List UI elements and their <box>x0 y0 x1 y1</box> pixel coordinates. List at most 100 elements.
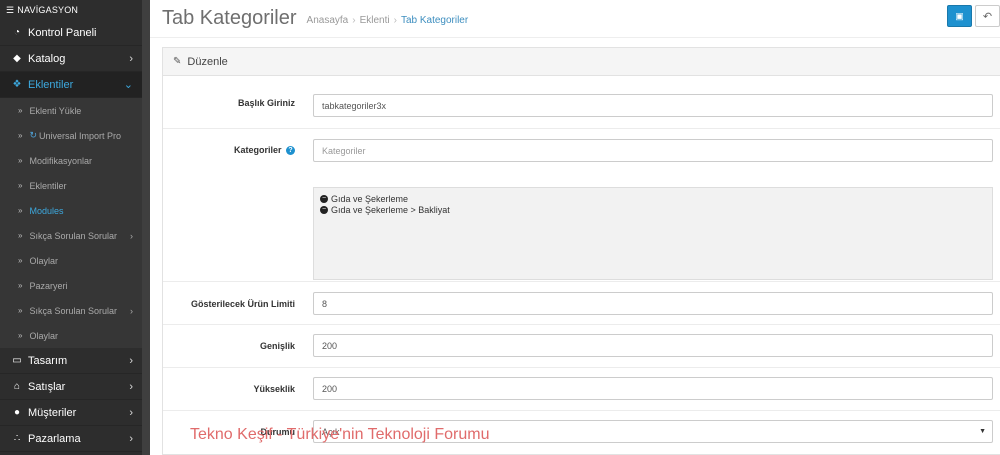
sidebar-subitem-extensions[interactable]: » Eklentiler <box>0 173 142 198</box>
form-row-categories: Kategoriler ? Kategoriler − Gıda ve Şeke… <box>163 129 1000 282</box>
double-chevron-icon: » <box>18 106 23 115</box>
double-chevron-icon: » <box>18 181 23 190</box>
breadcrumb-current[interactable]: Tab Kategoriler <box>401 15 468 26</box>
chevron-right-icon: › <box>130 230 133 241</box>
sidebar-item-sales[interactable]: ⌂ Satışlar › <box>0 374 142 400</box>
title-label: Başlık Giriniz <box>237 98 295 108</box>
chevron-right-icon: › <box>129 380 133 393</box>
sidebar-subitem-marketplace[interactable]: » Pazaryeri <box>0 273 142 298</box>
title-input[interactable]: tabkategoriler3x <box>313 94 993 117</box>
list-item: − Gıda ve Şekerleme > Bakliyat <box>320 204 986 215</box>
width-label: Genişlik <box>259 341 295 351</box>
sidebar-item-dashboard[interactable]: ◔ Kontrol Paneli <box>0 20 142 46</box>
sidebar-item-label: Pazarlama <box>28 432 81 445</box>
breadcrumb: Anasayfa › Eklenti › Tab Kategoriler <box>307 12 469 26</box>
sidebar-divider <box>142 0 150 455</box>
sidebar-item-label: Satışlar <box>28 380 66 393</box>
chevron-right-icon: › <box>129 354 133 367</box>
nav-header-label: NAVİGASYON <box>17 5 79 15</box>
height-label: Yükseklik <box>253 384 295 394</box>
save-icon: ▣ <box>955 10 964 21</box>
double-chevron-icon: » <box>18 156 23 165</box>
form-row-height: Yükseklik 200 <box>163 368 1000 411</box>
chevron-right-icon: › <box>129 406 133 419</box>
breadcrumb-separator: › <box>352 14 356 26</box>
edit-panel: ✎ Düzenle Başlık Giriniz tabkategoriler3… <box>162 47 1000 455</box>
sidebar-subitem-events[interactable]: » Olaylar <box>0 248 142 273</box>
sidebar-item-label: Katalog <box>28 52 66 65</box>
chevron-down-icon: ⌄ <box>123 79 133 91</box>
double-chevron-icon: » <box>18 306 23 315</box>
user-icon: ● <box>13 407 21 418</box>
sidebar-item-label: Müşteriler <box>28 406 77 419</box>
remove-icon[interactable]: − <box>320 194 328 203</box>
list-item: − Gıda ve Şekerleme <box>320 193 986 204</box>
chevron-right-icon: › <box>129 52 133 65</box>
cart-icon: ⌂ <box>13 381 21 392</box>
sidebar-subitem-label: Sıkça Sorulan Sorular <box>29 305 117 316</box>
page-header: Tab Kategoriler Anasayfa › Eklenti › Tab… <box>150 0 1000 38</box>
monitor-icon: ▭ <box>12 355 22 366</box>
help-icon[interactable]: ? <box>286 146 295 156</box>
dashboard-icon: ◔ <box>13 27 21 38</box>
sidebar-item-customers[interactable]: ● Müşteriler › <box>0 400 142 426</box>
panel-heading: ✎ Düzenle <box>163 48 1000 76</box>
status-label: Durumu <box>260 427 296 437</box>
breadcrumb-home[interactable]: Anasayfa <box>307 15 349 26</box>
double-chevron-icon: » <box>18 331 23 340</box>
main-content: Tab Kategoriler Anasayfa › Eklenti › Tab… <box>150 0 1000 455</box>
categories-label-text: Kategoriler <box>233 145 282 155</box>
sidebar-subitem-modifications[interactable]: » Modifikasyonlar <box>0 148 142 173</box>
sidebar-item-catalog[interactable]: ◆ Katalog › <box>0 46 142 72</box>
share-icon: ∴ <box>13 433 21 444</box>
sidebar-subitem-faq-2[interactable]: » Sıkça Sorulan Sorular › <box>0 298 142 323</box>
categories-input[interactable]: Kategoriler <box>313 139 993 162</box>
category-label: Gıda ve Şekerleme > Bakliyat <box>331 204 450 215</box>
status-select-value: Açık <box>322 426 340 437</box>
height-input[interactable]: 200 <box>313 377 993 400</box>
limit-label: Gösterilecek Ürün Limiti <box>190 299 295 309</box>
form-row-limit: Gösterilecek Ürün Limiti 8 <box>163 282 1000 325</box>
limit-input[interactable]: 8 <box>313 292 993 315</box>
status-select[interactable]: Açık ▼ <box>313 420 993 443</box>
breadcrumb-extensions[interactable]: Eklenti <box>360 15 390 26</box>
sidebar-subitem-label: Eklentiler <box>29 180 67 191</box>
puzzle-icon: ❖ <box>12 79 22 90</box>
caret-down-icon: ▼ <box>979 428 986 435</box>
pencil-icon: ✎ <box>173 56 182 67</box>
width-input[interactable]: 200 <box>313 334 993 357</box>
selected-categories-list: − Gıda ve Şekerleme − Gıda ve Şekerleme … <box>313 187 993 280</box>
sidebar-subitem-label: Modules <box>29 205 64 216</box>
sidebar: ☰ NAVİGASYON ◔ Kontrol Paneli ◆ Katalog … <box>0 0 142 455</box>
save-button[interactable]: ▣ <box>947 5 972 27</box>
remove-icon[interactable]: − <box>320 205 328 214</box>
form-row-width: Genişlik 200 <box>163 325 1000 368</box>
sidebar-item-design[interactable]: ▭ Tasarım › <box>0 348 142 374</box>
double-chevron-icon: » <box>18 231 23 240</box>
sidebar-item-marketing[interactable]: ∴ Pazarlama › <box>0 426 142 452</box>
tag-icon: ◆ <box>13 53 21 64</box>
sidebar-subitem-label: Eklenti Yükle <box>29 105 82 116</box>
sidebar-subitem-events-2[interactable]: » Olaylar <box>0 323 142 348</box>
form-row-title: Başlık Giriniz tabkategoriler3x <box>163 76 1000 129</box>
back-button[interactable]: ↶ <box>975 5 1000 27</box>
double-chevron-icon: » <box>18 256 23 265</box>
menu-icon[interactable]: ☰ <box>6 5 14 16</box>
sidebar-subitem-faq[interactable]: » Sıkça Sorulan Sorular › <box>0 223 142 248</box>
sidebar-subitem-modules[interactable]: » Modules <box>0 198 142 223</box>
double-chevron-icon: » <box>18 206 23 215</box>
chevron-right-icon: › <box>129 432 133 445</box>
sidebar-subitem-label: Universal Import Pro <box>39 130 122 141</box>
panel-heading-label: Düzenle <box>187 55 228 68</box>
sidebar-subitem-universal-import[interactable]: » ↻ Universal Import Pro <box>0 123 142 148</box>
nav-header: ☰ NAVİGASYON <box>0 0 142 20</box>
back-icon: ↶ <box>982 10 993 23</box>
sidebar-item-extensions[interactable]: ❖ Eklentiler ⌄ <box>0 72 142 98</box>
sidebar-subitem-label: Olaylar <box>29 255 58 266</box>
sidebar-subitem-label: Modifikasyonlar <box>29 155 92 166</box>
sidebar-item-label: Eklentiler <box>28 78 74 91</box>
page-title: Tab Kategoriler <box>162 7 297 29</box>
double-chevron-icon: » <box>18 281 23 290</box>
chevron-right-icon: › <box>130 305 133 316</box>
sidebar-subitem-install[interactable]: » Eklenti Yükle <box>0 98 142 123</box>
